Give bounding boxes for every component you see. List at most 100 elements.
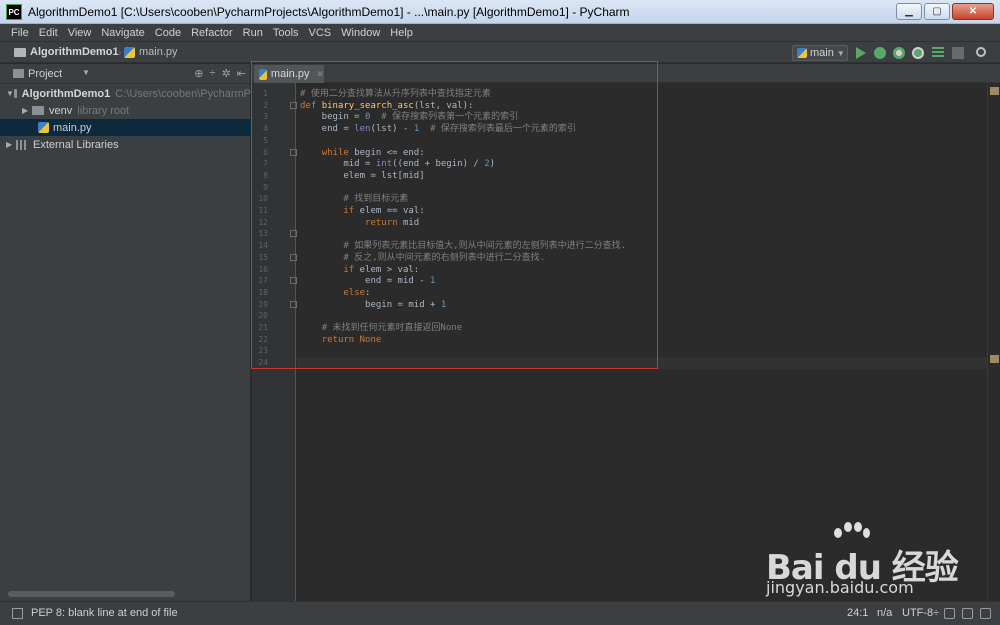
code-token: mid: [402, 217, 420, 228]
close-tab-icon[interactable]: ✕: [316, 69, 324, 80]
lock-icon[interactable]: [962, 608, 973, 619]
fold-marker-icon[interactable]: [290, 148, 297, 156]
menu-vcs[interactable]: VCS: [304, 27, 337, 39]
menu-tools[interactable]: Tools: [268, 27, 304, 39]
run-with-coverage-icon[interactable]: [893, 47, 905, 59]
warning-marker[interactable]: [990, 87, 999, 95]
tree-item-external-libraries[interactable]: ▶ External Libraries: [0, 136, 251, 153]
code-token: if: [343, 264, 360, 275]
menu-refactor[interactable]: Refactor: [186, 27, 238, 39]
line-separator[interactable]: n/a: [877, 607, 892, 619]
code-line: if elem == val:: [300, 205, 424, 217]
stop-icon[interactable]: [952, 47, 964, 59]
breadcrumb-file[interactable]: main.py: [124, 46, 178, 58]
menu-view[interactable]: View: [63, 27, 97, 39]
status-message: PEP 8: blank line at end of file: [31, 607, 178, 619]
code-token: end =: [300, 124, 355, 135]
menu-file[interactable]: File: [6, 27, 34, 39]
fold-marker-icon[interactable]: [290, 300, 297, 308]
expand-arrow-icon[interactable]: ▶: [22, 106, 32, 115]
code-line: mid = int((end + begin) / 2): [300, 158, 495, 170]
code-token: ): [489, 159, 496, 170]
expand-arrow-icon[interactable]: ▼: [6, 89, 14, 98]
code-token: # 保存搜索列表最后一个元素的索引: [430, 124, 576, 135]
debug-icon[interactable]: [874, 47, 886, 59]
menu-run[interactable]: Run: [238, 27, 268, 39]
expand-arrow-icon[interactable]: ▶: [6, 140, 16, 149]
line-number: 6: [263, 147, 268, 157]
code-token: mid =: [300, 159, 376, 170]
search-icon[interactable]: [976, 47, 986, 57]
git-icon[interactable]: [944, 608, 955, 619]
project-tool-window: Project ▼ ⊕ ÷ ✲ ⇤ ▼ AlgorithmDemo1 C:\Us…: [0, 64, 251, 601]
run-icon[interactable]: [856, 47, 866, 59]
code-line: # 使用二分查找算法从升序列表中查找指定元素: [300, 88, 491, 100]
breadcrumb-project[interactable]: AlgorithmDemo1: [14, 46, 119, 58]
tool-windows-icon[interactable]: [12, 608, 23, 619]
menu-code[interactable]: Code: [150, 27, 186, 39]
tree-item-main-py[interactable]: main.py: [0, 119, 251, 136]
tree-item-project-root[interactable]: ▼ AlgorithmDemo1 C:\Users\cooben\Pycharm…: [0, 85, 251, 102]
line-number: 21: [258, 323, 268, 332]
python-file-icon: [124, 46, 135, 58]
line-number: 8: [263, 170, 268, 180]
line-number: 15: [258, 252, 268, 262]
maximize-button[interactable]: ▢: [924, 3, 950, 20]
build-icon[interactable]: [932, 47, 944, 59]
tree-item-label: main.py: [53, 121, 92, 134]
tab-main-py[interactable]: main.py ✕: [254, 65, 324, 83]
code-token: end = mid -: [300, 276, 431, 287]
line-number: 14: [258, 241, 268, 251]
minimize-button[interactable]: ▁: [896, 3, 922, 20]
horizontal-scrollbar[interactable]: [8, 591, 175, 597]
fold-marker-icon[interactable]: [290, 277, 297, 285]
code-token: (lst) -: [370, 124, 414, 135]
line-number: 22: [258, 334, 268, 344]
profile-icon[interactable]: [912, 47, 924, 59]
fold-marker-icon[interactable]: [290, 253, 297, 261]
line-number: 7: [263, 159, 268, 169]
tree-item-venv[interactable]: ▶ venv library root: [0, 102, 251, 119]
scroll-from-source-icon[interactable]: ⊕: [194, 67, 203, 80]
baidu-jingyan-watermark: Bai du 经验 jingyan.baidu.com: [760, 520, 990, 600]
menu-help[interactable]: Help: [385, 27, 418, 39]
file-encoding[interactable]: UTF-8÷: [902, 607, 939, 619]
code-token: # 如果列表元素比目标值大,则从中间元素的左侧列表中进行二分查找.: [343, 241, 627, 252]
code-line: return mid: [300, 217, 419, 229]
line-number: 1: [263, 89, 268, 98]
hide-panel-icon[interactable]: ⇤: [237, 67, 246, 80]
code-token: ((end + begin) /: [392, 159, 485, 170]
warning-marker[interactable]: [990, 355, 999, 363]
code-token: return None: [321, 334, 382, 345]
code-token: def: [300, 100, 322, 111]
code-token: # 保存搜索列表第一个元素的索引: [381, 112, 519, 123]
line-number: 4: [263, 124, 268, 134]
gear-icon[interactable]: ✲: [222, 67, 231, 80]
fold-marker-icon[interactable]: [290, 230, 297, 238]
collapse-all-icon[interactable]: ÷: [210, 67, 216, 80]
code-token: while: [321, 147, 355, 158]
caret-position[interactable]: 24:1: [847, 607, 868, 619]
line-number: 17: [258, 276, 268, 286]
menu-edit[interactable]: Edit: [34, 27, 63, 39]
folder-icon: [32, 106, 44, 115]
line-number: 2: [263, 100, 268, 110]
project-panel-title[interactable]: Project: [28, 68, 62, 80]
chevron-down-icon[interactable]: ▼: [82, 68, 90, 77]
run-configuration-select[interactable]: main ▼: [792, 45, 848, 61]
close-window-button[interactable]: ✕: [952, 3, 994, 20]
inspector-icon[interactable]: [980, 608, 991, 619]
run-config-label: main: [810, 47, 834, 59]
menu-window[interactable]: Window: [336, 27, 385, 39]
code-line: if elem > val:: [300, 264, 419, 276]
pycharm-app-icon: PC: [6, 4, 22, 20]
fold-marker-icon[interactable]: [290, 101, 297, 109]
menu-navigate[interactable]: Navigate: [96, 27, 149, 39]
code-token: # 使用二分查找算法从升序列表中查找指定元素: [300, 89, 491, 99]
tab-label: main.py: [270, 68, 310, 80]
